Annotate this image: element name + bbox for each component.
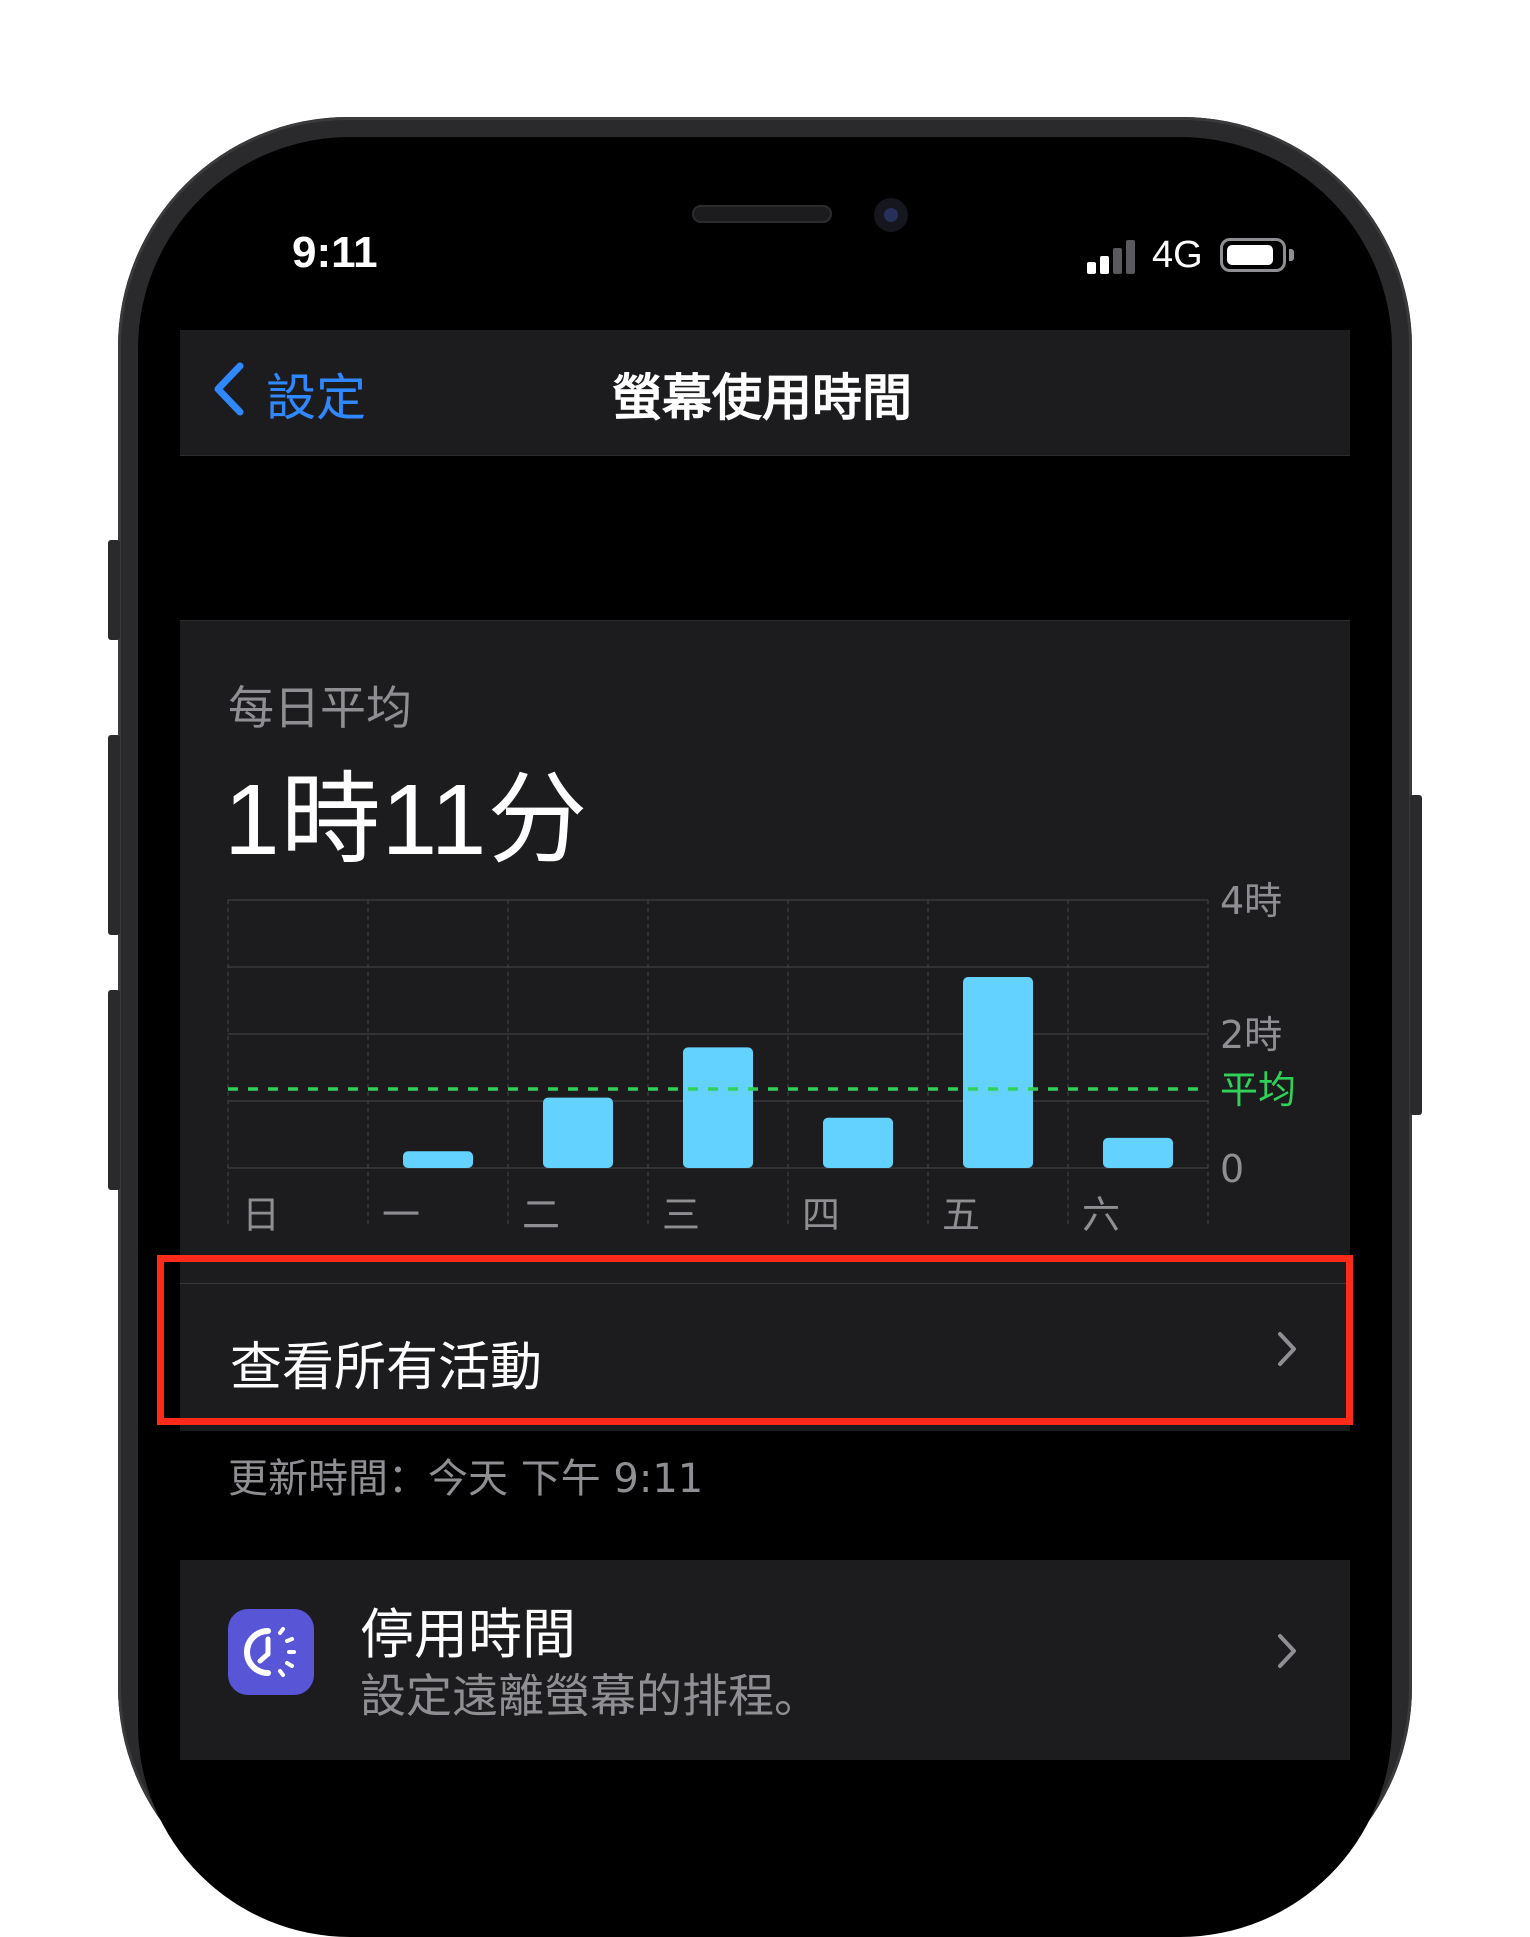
average-label: 平均: [1220, 1068, 1296, 1112]
x-tick-label: 一: [382, 1193, 420, 1237]
speaker-grille: [692, 205, 832, 223]
usage-bar-7: [1103, 1137, 1173, 1168]
usage-bar-5: [823, 1117, 893, 1168]
x-tick-label: 四: [802, 1193, 840, 1237]
y-tick-label: 4時: [1220, 879, 1282, 923]
chevron-right-icon: [1278, 1634, 1296, 1668]
y-tick-label: 0: [1220, 1147, 1244, 1191]
usage-bar-6: [963, 977, 1033, 1168]
y-tick-label: 2時: [1220, 1013, 1282, 1057]
notch: [450, 180, 1080, 275]
x-tick-label: 五: [942, 1193, 980, 1237]
last-updated-text: 更新時間：今天 下午 9:11: [228, 1456, 704, 1502]
x-tick-label: 三: [662, 1193, 700, 1237]
usage-bar-2: [403, 1151, 473, 1168]
x-tick-label: 二: [522, 1193, 560, 1237]
x-tick-label: 六: [1082, 1193, 1120, 1237]
usage-bar-3: [543, 1097, 613, 1168]
highlight-annotation: [157, 1255, 1353, 1425]
front-camera: [874, 198, 908, 232]
x-tick-label: 日: [242, 1193, 280, 1237]
downtime-subtitle: 設定遠離螢幕的排程。: [360, 1669, 820, 1723]
downtime-moon-clock-icon: [228, 1609, 314, 1695]
usage-bar-4: [683, 1047, 753, 1168]
downtime-title: 停用時間: [360, 1603, 576, 1666]
